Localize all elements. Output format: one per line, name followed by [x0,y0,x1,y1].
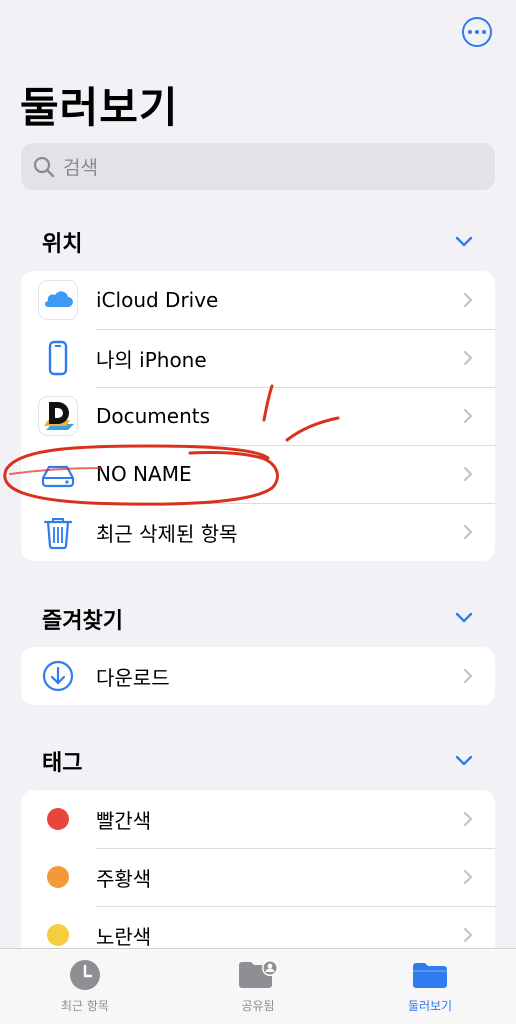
chevron-right-icon [463,869,473,885]
chevron-right-icon [463,811,473,827]
tag-orange-dot [47,866,69,888]
location-item-recently-deleted[interactable]: 최근 삭제된 항목 [21,503,495,561]
chevron-right-icon [463,927,473,943]
tab-browse[interactable]: 둘러보기 [370,959,490,1014]
tag-label: 노란색 [96,924,152,949]
iphone-icon [38,338,78,378]
tag-item-yellow[interactable]: 노란색 [21,906,495,948]
chevron-right-icon [463,350,473,366]
chevron-right-icon [463,292,473,308]
tag-yellow-dot [47,924,69,946]
tab-recents[interactable]: 최근 항목 [25,959,145,1014]
location-label: 최근 삭제된 항목 [96,521,238,546]
tag-label: 주황색 [96,866,152,891]
tag-item-orange[interactable]: 주황색 [21,848,495,906]
chevron-right-icon [463,524,473,540]
page-title: 둘러보기 [20,83,179,132]
tab-label: 최근 항목 [61,999,109,1013]
folder-icon [413,963,447,988]
section-title-locations: 위치 [42,232,83,257]
ellipsis-dot [482,30,486,34]
external-drive-icon [38,454,78,494]
clock-icon [70,960,100,990]
ellipsis-dot [468,30,472,34]
download-circle-icon [38,656,78,696]
favorite-item-downloads[interactable]: 다운로드 [21,647,495,705]
favorite-label: 다운로드 [96,665,170,690]
location-item-my-iphone[interactable]: 나의 iPhone [21,329,495,387]
location-label: 나의 iPhone [96,347,207,372]
search-placeholder: 검색 [63,157,98,179]
chevron-right-icon [463,466,473,482]
location-label: iCloud Drive [96,288,219,312]
tags-list: 빨간색 주황색 노란색 [21,790,495,948]
tab-bar: 최근 항목 공유됨 둘러보기 [0,948,516,1024]
more-options-button[interactable] [462,17,492,47]
search-field[interactable]: 검색 [21,143,495,190]
location-label: Documents [96,404,211,428]
tab-label: 공유됨 [241,999,275,1013]
trash-icon [38,512,78,552]
tag-color-dot-icon [38,799,78,839]
tag-red-dot [47,808,69,830]
location-item-documents[interactable]: Documents [21,387,495,445]
tab-shared[interactable]: 공유됨 [198,959,318,1014]
location-item-no-name-drive[interactable]: NO NAME [21,445,495,503]
collapse-favorites-chevron-down-icon[interactable] [455,612,473,624]
location-item-icloud-drive[interactable]: iCloud Drive [21,271,495,329]
tag-color-dot-icon [38,915,78,948]
location-label: NO NAME [96,462,192,486]
tab-label: 둘러보기 [407,999,453,1013]
tag-label: 빨간색 [96,808,152,833]
locations-list: iCloud Drive 나의 iPhone Documents NO NAME… [21,271,495,561]
tag-item-red[interactable]: 빨간색 [21,790,495,848]
collapse-locations-chevron-down-icon[interactable] [455,236,473,248]
icloud-icon [38,280,78,320]
chevron-right-icon [463,408,473,424]
chevron-right-icon [463,668,473,684]
favorites-list: 다운로드 [21,647,495,705]
tag-color-dot-icon [38,857,78,897]
section-title-tags: 태그 [42,751,83,776]
ellipsis-dot [475,30,479,34]
documents-app-icon [38,396,78,436]
shared-folder-icon [239,960,278,988]
collapse-tags-chevron-down-icon[interactable] [455,755,473,767]
search-icon [33,156,55,177]
section-title-favorites: 즐겨찾기 [42,609,123,634]
